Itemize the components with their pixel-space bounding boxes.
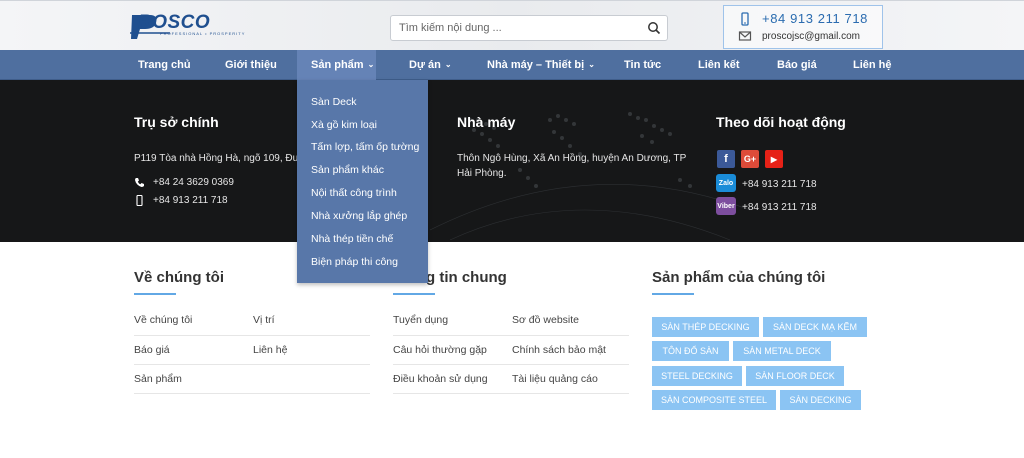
privacy-link[interactable]: Chính sách bảo mật	[512, 344, 606, 356]
facebook-icon[interactable]: f	[717, 150, 735, 168]
about-link[interactable]: Về chúng tôi	[134, 314, 192, 326]
divider	[134, 364, 370, 365]
nav-item-contact[interactable]: Liên hệ	[853, 50, 892, 80]
product-tag[interactable]: SÀN DECKING	[780, 390, 861, 410]
dropdown-item-nha-xuong[interactable]: Nhà xưởng lắp ghép	[311, 210, 407, 222]
chevron-down-icon: ⌄	[588, 60, 595, 69]
product-tag[interactable]: SÀN THÉP DECKING	[652, 317, 759, 337]
dropdown-item-noi-that[interactable]: Nội thất công trình	[311, 187, 397, 199]
divider	[393, 364, 629, 365]
product-tag[interactable]: TÔN ĐỔ SÀN	[652, 341, 729, 361]
divider	[134, 393, 370, 394]
dropdown-item-bien-phap[interactable]: Biện pháp thi công	[311, 256, 398, 268]
chevron-down-icon: ⌄	[444, 60, 452, 69]
general-info-underline	[393, 293, 435, 295]
nav-item-quote[interactable]: Báo giá	[777, 50, 817, 80]
nav-item-products-label: Sản phẩm	[311, 59, 364, 71]
products-link[interactable]: Sản phẩm	[134, 373, 182, 385]
hq-tel-text: +84 24 3629 0369	[153, 177, 234, 188]
hq-mobile-text: +84 913 211 718	[153, 195, 228, 206]
site-header: ROSCO PROFESSIONAL • PROSPERITY +84 913 …	[0, 0, 1024, 50]
header-email-text: proscojsc@gmail.com	[762, 30, 860, 42]
envelope-icon	[738, 31, 752, 41]
divider	[393, 393, 629, 394]
nav-item-links[interactable]: Liên kết	[698, 50, 740, 80]
header-email[interactable]: proscojsc@gmail.com	[738, 29, 860, 43]
nav-item-factory[interactable]: Nhà máy – Thiết bị ⌄	[487, 50, 595, 80]
search-input[interactable]	[391, 16, 631, 40]
search-box	[390, 15, 668, 41]
contact-link[interactable]: Liên hệ	[253, 344, 287, 356]
hq-address: P119 Tòa nhà Hồng Hà, ngõ 109, Đư	[134, 153, 300, 164]
youtube-icon[interactable]: ▶	[765, 150, 783, 168]
factory-title: Nhà máy	[457, 114, 516, 130]
dropdown-item-xa-go[interactable]: Xà gồ kim loại	[311, 119, 377, 131]
header-phone-text: +84 913 211 718	[762, 11, 868, 26]
zalo-icon[interactable]: Zalo	[716, 174, 736, 192]
logo-tagline: PROFESSIONAL • PROSPERITY	[160, 31, 246, 36]
product-tag[interactable]: STEEL DECKING	[652, 366, 742, 386]
brochure-link[interactable]: Tài liệu quảng cáo	[512, 373, 598, 385]
sitemap-link[interactable]: Sơ đồ website	[512, 314, 579, 326]
our-products-underline	[652, 293, 694, 295]
our-products-title: Sản phẩm của chúng tôi	[652, 269, 826, 286]
chevron-down-icon: ⌄	[367, 60, 375, 69]
viber-phone[interactable]: +84 913 211 718	[742, 200, 817, 215]
divider	[134, 335, 370, 336]
hq-title: Trụ sở chính	[134, 114, 219, 130]
general-info-title: g tin chung	[426, 269, 507, 286]
products-dropdown-menu: Sàn Deck Xà gồ kim loại Tấm lợp, tấm ốp …	[297, 80, 428, 283]
faq-link[interactable]: Câu hỏi thường gặp	[393, 344, 487, 356]
hq-mobile[interactable]: +84 913 211 718	[134, 195, 228, 206]
contact-band: Trụ sở chính P119 Tòa nhà Hồng Hà, ngõ 1…	[0, 80, 1024, 242]
header-contact-box: +84 913 211 718 proscojsc@gmail.com	[723, 5, 883, 49]
location-link[interactable]: Vị trí	[253, 314, 275, 326]
nav-item-projects-label: Dự án	[409, 59, 441, 71]
search-icon[interactable]	[647, 21, 661, 35]
about-title-underline	[134, 293, 176, 295]
dropdown-item-san-pham-khac[interactable]: Sản phẩm khác	[311, 164, 384, 176]
product-tag[interactable]: SÀN METAL DECK	[733, 341, 831, 361]
nav-item-about[interactable]: Giới thiệu	[225, 50, 277, 80]
product-tag[interactable]: SÀN DECK MẠ KẼM	[763, 317, 867, 337]
divider	[393, 335, 629, 336]
viber-icon[interactable]: Viber	[716, 197, 736, 215]
dropdown-item-nha-thep[interactable]: Nhà thép tiền chế	[311, 233, 393, 245]
nav-item-home[interactable]: Trang chủ	[138, 50, 191, 80]
header-phone[interactable]: +84 913 211 718	[738, 11, 868, 26]
nav-item-products[interactable]: Sản phẩm ⌄	[297, 50, 376, 80]
product-tag[interactable]: SÀN FLOOR DECK	[746, 366, 844, 386]
nav-item-projects[interactable]: Dự án ⌄	[409, 50, 452, 80]
follow-title: Theo dõi hoạt động	[716, 114, 846, 130]
zalo-phone[interactable]: +84 913 211 718	[742, 177, 817, 192]
factory-address: Thôn Ngô Hùng, Xã An Hồng, huyện An Dươn…	[457, 153, 687, 179]
dropdown-item-tam-lop[interactable]: Tấm lợp, tấm ốp tường	[311, 141, 419, 153]
product-tag[interactable]: SÀN COMPOSITE STEEL	[652, 390, 776, 410]
mobile-phone-icon	[741, 11, 749, 26]
terms-link[interactable]: Điều khoản sử dụng	[393, 373, 488, 385]
about-title: Về chúng tôi	[134, 269, 224, 286]
recruitment-link[interactable]: Tuyển dụng	[393, 314, 448, 326]
quote-link[interactable]: Báo giá	[134, 344, 170, 356]
dropdown-item-san-deck[interactable]: Sàn Deck	[311, 96, 357, 108]
phone-icon	[135, 178, 144, 187]
nav-item-news[interactable]: Tin tức	[624, 50, 661, 80]
mobile-phone-icon	[136, 195, 143, 206]
google-plus-icon[interactable]: G+	[741, 150, 759, 168]
hq-tel[interactable]: +84 24 3629 0369	[134, 177, 234, 188]
main-nav: Trang chủ Giới thiệu Sản phẩm ⌄ Dự án ⌄ Nh…	[0, 50, 1024, 80]
nav-item-factory-label: Nhà máy – Thiết bị	[487, 59, 585, 71]
